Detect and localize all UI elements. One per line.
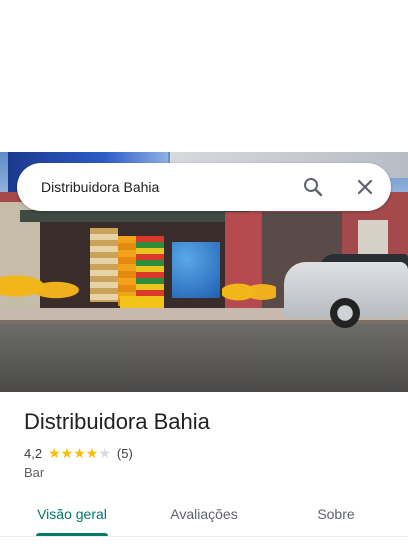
photo-awning [20,210,250,222]
photo-car-wheel [330,298,360,328]
search-bar[interactable]: Distribuidora Bahia [17,163,391,211]
tab-overview[interactable]: Visão geral [24,497,120,535]
rating-stars: ★ ★ ★ ★ ★ [48,446,111,460]
search-icon[interactable] [301,175,325,199]
photo-chairs [0,270,80,310]
place-title: Distribuidora Bahia [24,409,210,434]
rating-value: 4,2 [24,445,43,461]
photo-chairs [222,274,276,310]
active-tab-indicator [36,533,108,536]
photo-crates [120,296,164,308]
star-icon: ★ [60,445,74,461]
tab-bar: Visão geral Avaliações Sobre [0,497,408,537]
star-icon: ★ [98,445,111,461]
map-blank-area [0,0,408,152]
close-icon[interactable] [353,175,377,199]
search-input[interactable]: Distribuidora Bahia [41,163,159,211]
review-count[interactable]: (5) [117,446,133,461]
tab-about[interactable]: Sobre [296,497,376,535]
place-category[interactable]: Bar [24,465,44,480]
tab-reviews[interactable]: Avaliações [156,497,252,535]
star-icon: ★ [48,445,61,461]
rating-row[interactable]: 4,2 ★ ★ ★ ★ ★ (5) [24,445,133,461]
star-icon: ★ [73,445,86,461]
photo-shelf [90,228,118,302]
photo-water-jugs [172,242,220,298]
photo-road [0,324,408,392]
star-icon: ★ [85,445,99,461]
